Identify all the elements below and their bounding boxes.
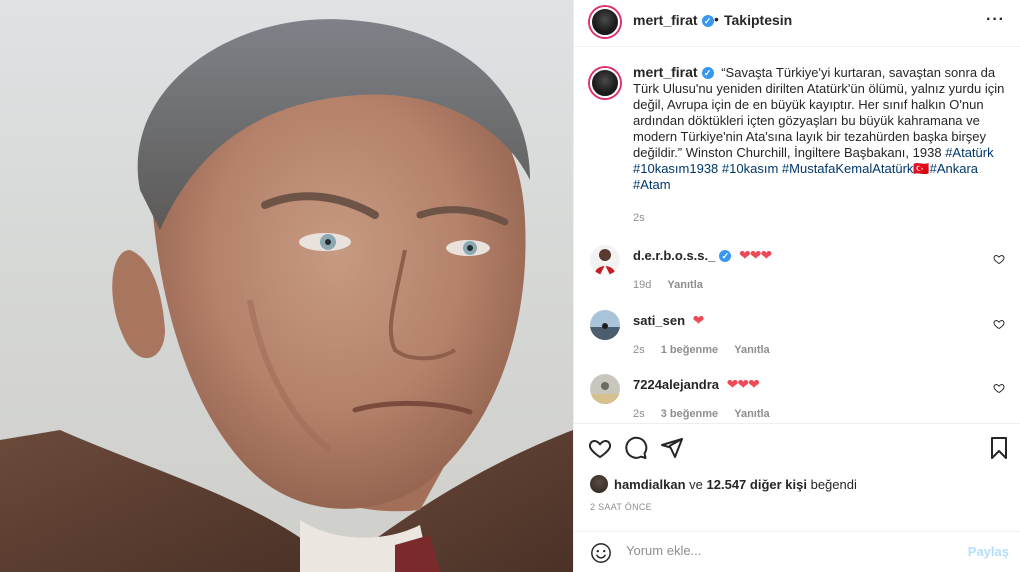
comment-input[interactable] (626, 543, 956, 558)
comment-text: ❤ (692, 312, 705, 328)
comment-time[interactable]: 2s (633, 344, 645, 356)
post-sidebar: mert_firat ✓ • Takiptesin ··· mert_firat ✓… (573, 0, 1020, 572)
comment-meta: 2s 3 beğenme Yanıtla (633, 408, 783, 420)
following-button[interactable]: Takiptesin (724, 12, 792, 28)
portrait-image (0, 19, 573, 572)
commenter-avatar[interactable] (590, 374, 620, 404)
liker-avatar[interactable] (590, 475, 608, 493)
comment-meta: 2s 1 beğenme Yanıtla (633, 344, 783, 356)
post-comment-button[interactable]: Paylaş (968, 544, 1009, 559)
more-options-icon[interactable]: ··· (986, 11, 1005, 29)
like-comment-heart-icon[interactable] (993, 253, 1005, 265)
likes-count[interactable]: 12.547 diğer kişi (707, 477, 807, 492)
comment-item: 7224alejandra ❤❤❤ 2s 3 beğenme Yanıtla (590, 374, 1005, 424)
reply-button[interactable]: Yanıtla (734, 408, 769, 420)
post-caption: mert_firat ✓ “Savaşta Türkiye'yi kurtaran… (590, 64, 1005, 224)
hashtag-ankara[interactable]: #Ankara (930, 161, 978, 176)
likes-suffix: beğendi (810, 476, 857, 492)
caption-text: mert_firat ✓ “Savaşta Türkiye'yi kurtaran… (633, 64, 1005, 193)
comment-username[interactable]: 7224alejandra (633, 377, 719, 392)
comment-meta: 19d Yanıtla (633, 279, 716, 291)
likes-summary: hamdialkan ve 12.547 diğer kişi beğendi (590, 475, 857, 493)
comment-likes[interactable]: 1 beğenme (661, 344, 718, 356)
comment-text: ❤❤❤ (726, 376, 760, 392)
share-paper-plane-icon[interactable] (660, 436, 684, 460)
reply-button[interactable]: Yanıtla (734, 344, 769, 356)
reply-button[interactable]: Yanıtla (667, 279, 702, 291)
save-bookmark-icon[interactable] (987, 436, 1011, 460)
author-username[interactable]: mert_firat ✓ (633, 12, 714, 28)
comment-time[interactable]: 19d (633, 279, 651, 291)
comment-text: ❤❤❤ (739, 247, 772, 263)
hashtag-atam[interactable]: #Atam (633, 177, 671, 192)
comment-body: d.e.r.b.o.s.s._ ✓ ❤❤❤ (633, 247, 772, 264)
hashtag-10kasim1938[interactable]: #10kasım1938 (633, 161, 718, 176)
comment-likes[interactable]: 3 beğenme (661, 408, 718, 420)
caption-username[interactable]: mert_firat ✓ (633, 64, 714, 80)
comment-item: d.e.r.b.o.s.s._ ✓ ❤❤❤ 19d Yanıtla (590, 245, 1005, 295)
comment-body: 7224alejandra ❤❤❤ (633, 376, 760, 393)
verified-badge-icon: ✓ (701, 15, 714, 27)
comment-time[interactable]: 2s (633, 408, 645, 420)
likes-connector: ve (689, 476, 703, 492)
hashtag-ataturk[interactable]: #Atatürk (945, 145, 993, 160)
add-comment-bar: Paylaş (574, 531, 1020, 572)
comment-body: sati_sen ❤ (633, 312, 705, 329)
turkey-flag-emoji: 🇹🇷 (913, 161, 930, 176)
action-bar (574, 423, 1020, 469)
like-comment-heart-icon[interactable] (993, 382, 1005, 394)
comment-bubble-icon[interactable] (624, 436, 648, 460)
commenter-avatar[interactable] (590, 310, 620, 340)
liker-username[interactable]: hamdialkan (614, 477, 686, 492)
verified-badge-icon: ✓ (719, 250, 732, 262)
comment-username[interactable]: sati_sen (633, 313, 685, 328)
caption-time[interactable]: 2s (633, 212, 1005, 224)
hashtag-mustafakemalataturk[interactable]: #MustafaKemalAtatürk (782, 161, 914, 176)
like-heart-icon[interactable] (588, 436, 612, 460)
post-timestamp[interactable]: 2 SAAT ÖNCE (590, 502, 652, 512)
author-avatar[interactable] (590, 7, 620, 37)
hashtag-10kasim[interactable]: #10kasım (722, 161, 778, 176)
caption-avatar[interactable] (590, 68, 620, 98)
instagram-post: mert_firat ✓ • Takiptesin ··· mert_firat ✓… (0, 0, 1020, 572)
emoji-smiley-icon[interactable] (590, 542, 612, 564)
comment-username[interactable]: d.e.r.b.o.s.s._ ✓ (633, 248, 732, 263)
post-header: mert_firat ✓ • Takiptesin ··· (574, 0, 1020, 47)
commenter-avatar[interactable] (590, 245, 620, 275)
post-photo[interactable] (0, 0, 573, 572)
like-comment-heart-icon[interactable] (993, 318, 1005, 330)
comment-item: sati_sen ❤ 2s 1 beğenme Yanıtla (590, 310, 1005, 360)
verified-badge-icon: ✓ (701, 67, 714, 79)
header-separator: • (714, 11, 719, 27)
